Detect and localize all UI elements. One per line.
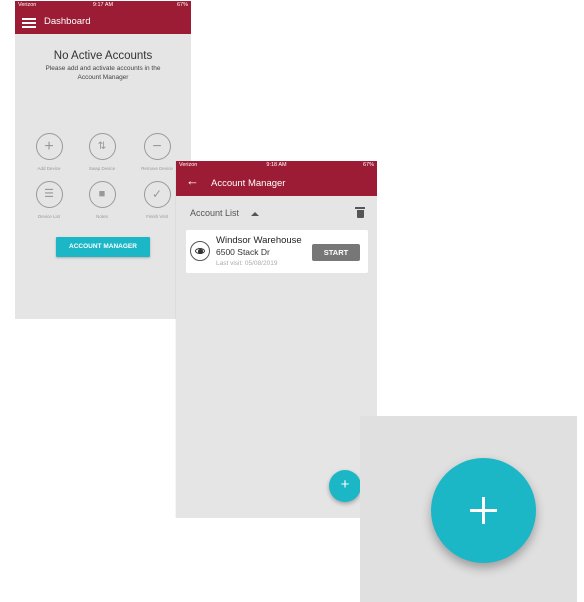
menu-icon[interactable] — [22, 18, 36, 28]
caret-up-icon[interactable] — [251, 212, 259, 216]
add-device-label: Add Device — [37, 166, 61, 171]
battery-label: 67% — [362, 162, 374, 168]
account-list-toggle[interactable]: Account List — [190, 208, 239, 218]
account-manager-screen: Verizon 9:18 AM 67% ← Account Manager Ac… — [176, 161, 377, 518]
empty-state-subtitle: Please add and activate accounts in the … — [45, 65, 161, 81]
add-device-button[interactable]: + Add Device — [29, 133, 69, 171]
account-card[interactable]: Windsor Warehouse 6500 Stack Dr Last vis… — [186, 230, 368, 273]
device-list-button[interactable]: ☰ Device List — [29, 181, 69, 219]
plus-icon — [470, 497, 497, 524]
minus-icon: − — [143, 133, 171, 160]
notes-button[interactable]: ■ Notes — [82, 181, 122, 219]
back-arrow-icon[interactable]: ← — [186, 174, 199, 187]
notes-icon: ■ — [88, 181, 116, 208]
status-bar: Verizon 9:18 AM 67% — [176, 161, 377, 170]
page-title: Account Manager — [211, 178, 286, 189]
swap-device-button[interactable]: ⇅ Swap Device — [82, 133, 122, 171]
dashboard-screen: Verizon 9:17 AM 67% Dashboard No Active … — [15, 1, 191, 319]
add-account-button[interactable]: + — [329, 470, 361, 502]
app-bar: Verizon 9:18 AM 67% ← Account Manager — [176, 161, 377, 196]
battery-label: 67% — [176, 2, 188, 8]
swap-device-label: Swap Device — [88, 166, 116, 171]
finish-visit-button[interactable]: ✓ Finish Visit — [137, 181, 177, 219]
app-bar: Verizon 9:17 AM 67% Dashboard — [15, 1, 191, 34]
remove-device-button[interactable]: − Remove Device — [137, 133, 177, 171]
start-button[interactable]: START — [312, 244, 360, 261]
device-list-label: Device List — [37, 214, 60, 219]
page-title: Dashboard — [44, 16, 91, 27]
account-manager-button[interactable]: ACCOUNT MANAGER — [56, 237, 150, 257]
clock: 9:17 AM — [92, 2, 114, 8]
add-account-fab-zoomed[interactable] — [431, 458, 536, 563]
status-bar: Verizon 9:17 AM 67% — [15, 1, 191, 10]
swap-icon: ⇅ — [88, 133, 116, 160]
fab-zoom-panel — [360, 416, 577, 602]
remove-device-label: Remove Device — [141, 166, 173, 171]
empty-state-title: No Active Accounts — [53, 50, 153, 62]
trash-icon[interactable] — [355, 207, 365, 218]
check-icon: ✓ — [143, 181, 171, 208]
account-name: Windsor Warehouse — [216, 235, 302, 246]
notes-label: Notes — [96, 214, 108, 219]
title-bar: Dashboard — [15, 13, 191, 33]
eye-icon[interactable] — [190, 241, 210, 261]
finish-visit-label: Finish Visit — [146, 214, 168, 219]
clock: 9:18 AM — [266, 162, 287, 168]
account-last-visit: Last visit: 05/08/2019 — [216, 260, 278, 267]
account-address: 6500 Stack Dr — [216, 247, 270, 257]
plus-icon: + — [35, 133, 63, 160]
list-icon: ☰ — [35, 181, 63, 208]
